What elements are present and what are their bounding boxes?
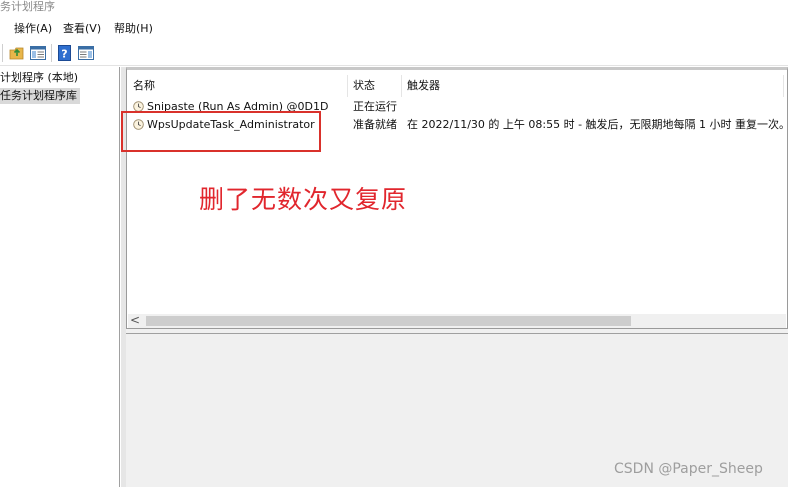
tree-item-scheduler-local[interactable]: 计划程序 (本地): [0, 70, 81, 86]
menu-action[interactable]: 操作(A): [14, 22, 52, 36]
menu-view[interactable]: 查看(V): [63, 22, 101, 36]
column-divider[interactable]: [401, 75, 402, 97]
scrollbar-thumb[interactable]: [146, 316, 631, 326]
task-status: 正在运行: [353, 100, 397, 113]
annotation-text: 删了无数次又复原: [199, 185, 408, 214]
column-header-trigger[interactable]: 触发器: [407, 75, 440, 97]
toolbar-separator: [2, 44, 3, 62]
scroll-left-arrow[interactable]: <: [130, 313, 140, 327]
console-tree-icon[interactable]: [29, 44, 47, 62]
watermark: CSDN @Paper_Sheep: [614, 461, 763, 477]
menu-bar: 操作(A) 查看(V) 帮助(H): [0, 18, 788, 40]
column-divider[interactable]: [347, 75, 348, 97]
toolbar-separator: [51, 44, 52, 62]
column-header-status[interactable]: 状态: [353, 75, 375, 97]
tree-item-task-library[interactable]: 任务计划程序库: [0, 88, 80, 104]
svg-text:?: ?: [61, 48, 67, 61]
column-header-name[interactable]: 名称: [133, 75, 155, 97]
horizontal-scrollbar[interactable]: <: [128, 313, 786, 328]
toolbar: ?: [0, 40, 788, 66]
window-title: 务计划程序: [0, 0, 55, 13]
task-status: 准备就绪: [353, 118, 397, 131]
highlight-box: [121, 111, 321, 152]
folder-up-icon[interactable]: [8, 44, 26, 62]
task-trigger: 在 2022/11/30 的 上午 08:55 时 - 触发后，无限期地每隔 1…: [407, 118, 788, 131]
title-bar: 务计划程序: [0, 0, 788, 18]
action-pane-icon[interactable]: [77, 44, 95, 62]
console-tree: 计划程序 (本地) 任务计划程序库: [0, 67, 120, 487]
menu-help[interactable]: 帮助(H): [114, 22, 153, 36]
column-divider[interactable]: [783, 75, 784, 97]
help-icon[interactable]: ?: [56, 44, 74, 62]
